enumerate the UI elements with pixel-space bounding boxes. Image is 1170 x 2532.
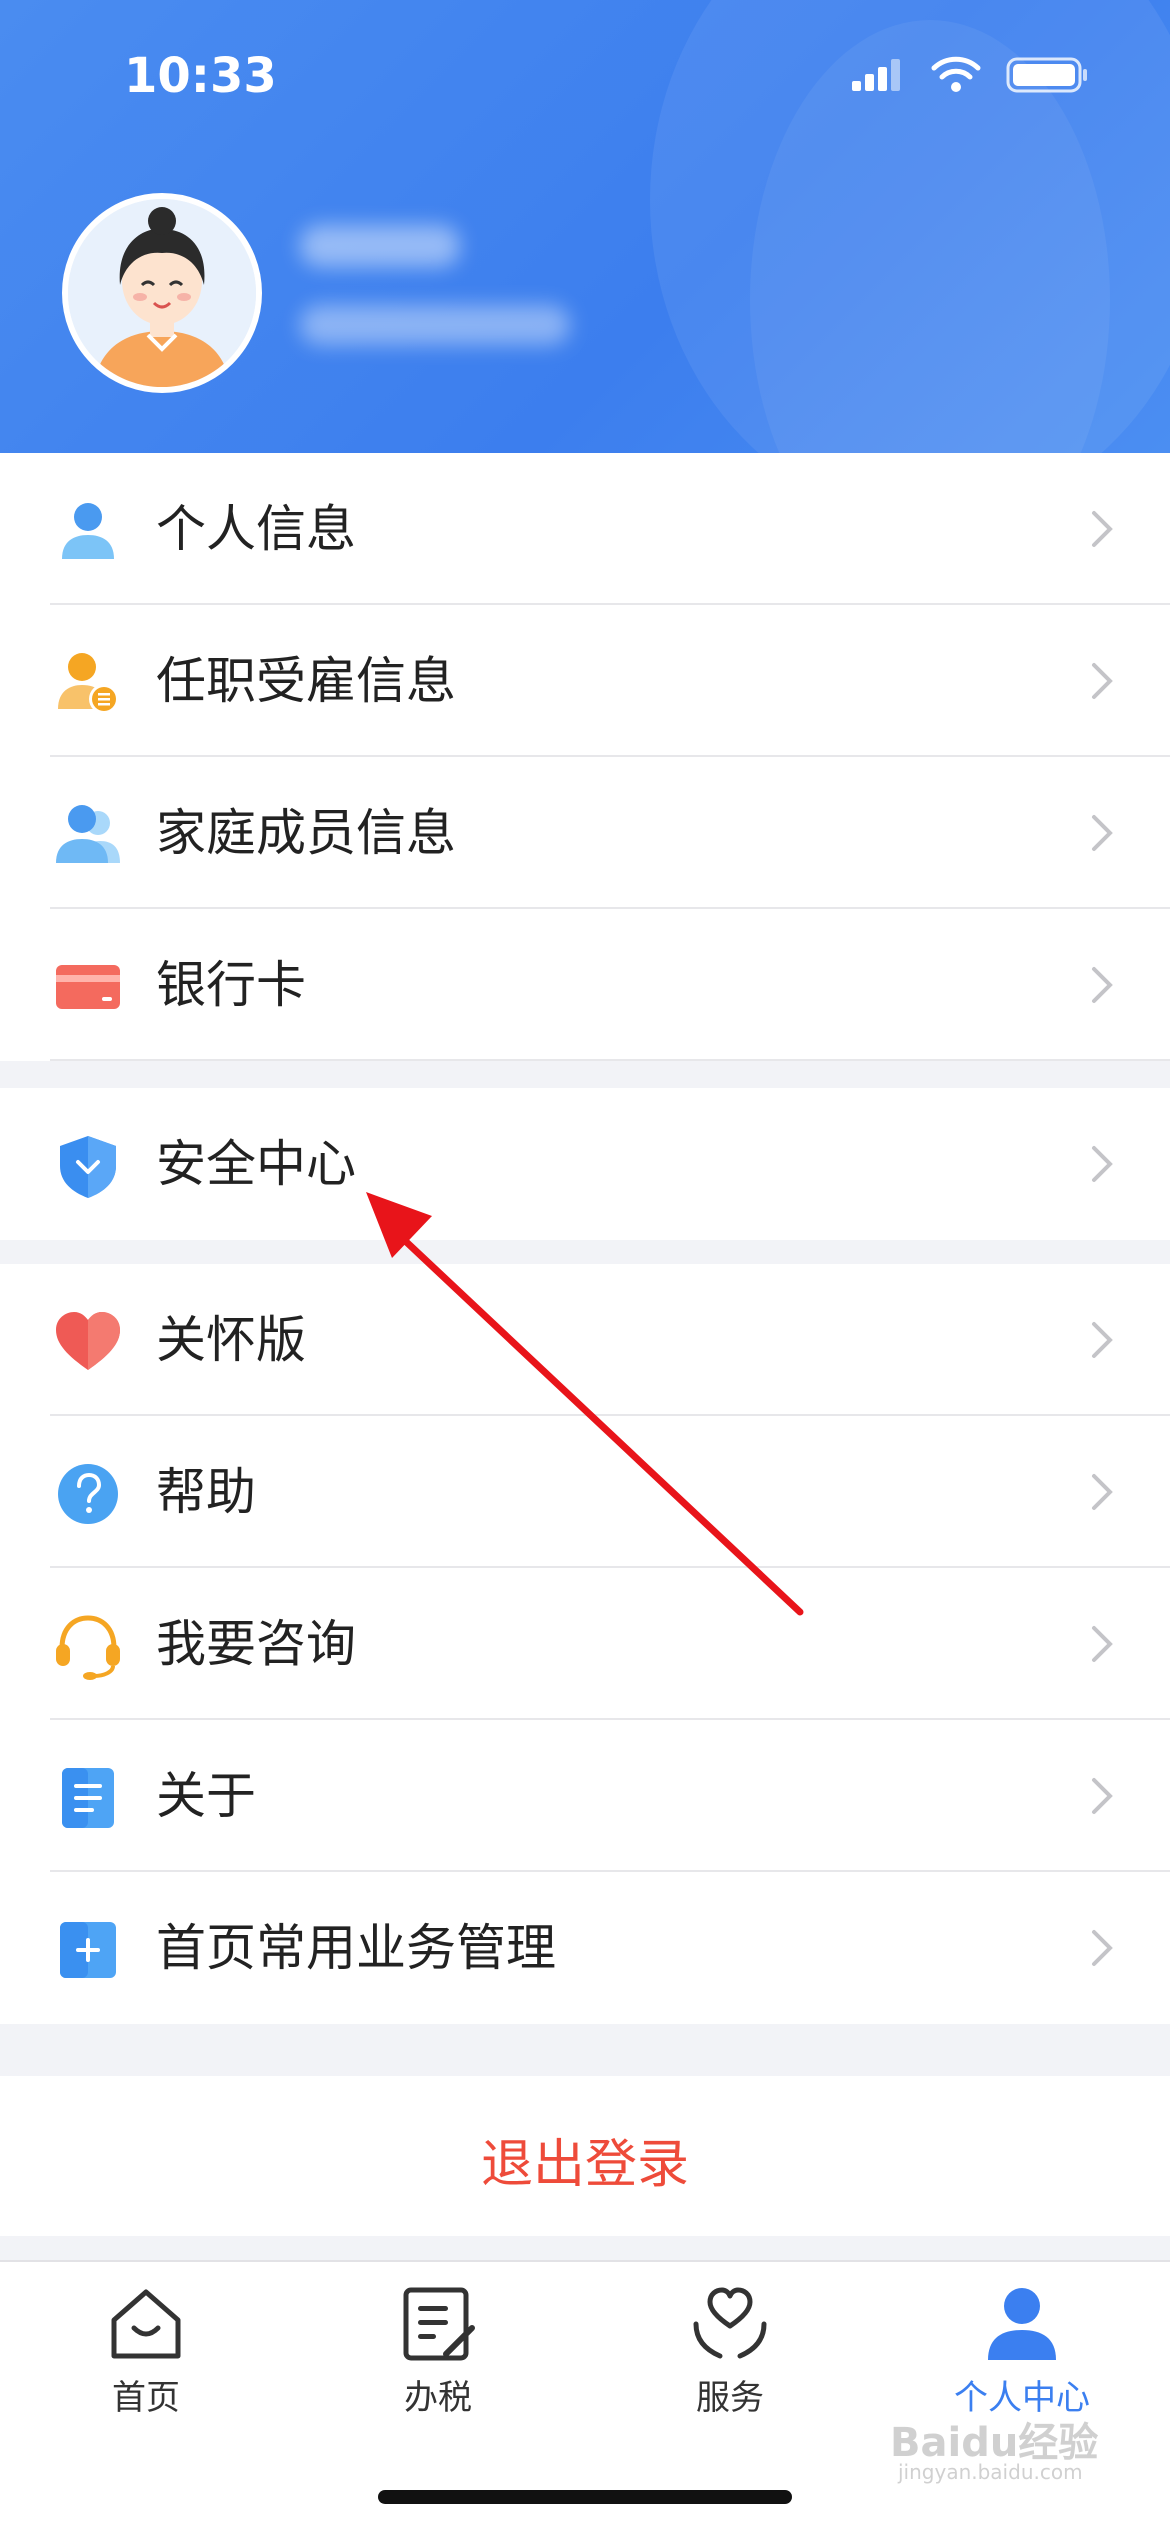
shield-icon xyxy=(60,1136,116,1198)
wifi-icon xyxy=(931,56,981,92)
chevron-right-icon xyxy=(1092,1474,1113,1510)
employment-icon xyxy=(58,653,119,714)
home-indicator xyxy=(378,2490,792,2504)
menu-item-label: 帮助 xyxy=(156,1463,256,1521)
headset-icon xyxy=(56,1615,120,1680)
menu-group-profile: 个人信息 任职受雇信息 家庭成员信息 银行卡 xyxy=(0,453,1170,1061)
tab-tax[interactable]: 办税 xyxy=(338,2284,538,2434)
menu-item-employment-info[interactable]: 任职受雇信息 xyxy=(0,605,1170,757)
watermark-domain: jingyan.baidu.com xyxy=(898,2460,1083,2484)
menu-item-help[interactable]: 帮助 xyxy=(0,1416,1170,1568)
tab-service[interactable]: 服务 xyxy=(630,2284,830,2434)
menu-item-family-info[interactable]: 家庭成员信息 xyxy=(0,757,1170,909)
menu-item-consult[interactable]: 我要咨询 xyxy=(0,1568,1170,1720)
home-icon xyxy=(111,2289,181,2359)
menu-item-label: 首页常用业务管理 xyxy=(156,1919,556,1977)
user-name-blurred xyxy=(300,225,460,267)
user-phone-blurred xyxy=(300,305,570,345)
tax-form-icon xyxy=(403,2287,475,2361)
menu-item-label: 任职受雇信息 xyxy=(156,652,456,710)
logout-label: 退出登录 xyxy=(480,2135,689,2195)
divider xyxy=(50,1059,1170,1061)
chevron-right-icon xyxy=(1092,1626,1113,1662)
menu-group-general: 关怀版 帮助 我要咨询 关于 首页常用业务管理 xyxy=(0,1264,1170,2024)
chevron-right-icon xyxy=(1092,1778,1113,1814)
menu-item-label: 个人信息 xyxy=(156,500,356,558)
menu-item-homepage-business-management[interactable]: 首页常用业务管理 xyxy=(0,1872,1170,2024)
menu-item-about[interactable]: 关于 xyxy=(0,1720,1170,1872)
profile-header: 10:33 xyxy=(0,0,1170,453)
menu-item-security-center[interactable]: 安全中心 xyxy=(0,1088,1170,1240)
menu-item-label: 我要咨询 xyxy=(156,1615,356,1673)
menu-item-label: 关于 xyxy=(156,1767,256,1825)
tab-label: 服务 xyxy=(696,2378,764,2418)
profile-icon xyxy=(988,2288,1056,2360)
tab-label: 首页 xyxy=(112,2378,180,2418)
menu-item-label: 关怀版 xyxy=(156,1311,306,1369)
menu-item-label: 家庭成员信息 xyxy=(156,804,456,862)
menu-item-bank-card[interactable]: 银行卡 xyxy=(0,909,1170,1061)
chevron-right-icon xyxy=(1092,1322,1113,1358)
chevron-right-icon xyxy=(1092,663,1113,699)
status-time: 10:33 xyxy=(124,48,277,104)
tab-label: 办税 xyxy=(404,2378,472,2418)
plus-square-icon xyxy=(60,1922,116,1978)
chevron-right-icon xyxy=(1092,815,1113,851)
person-icon xyxy=(62,503,114,559)
cellular-signal-icon xyxy=(852,59,900,91)
avatar[interactable] xyxy=(62,193,262,393)
battery-icon xyxy=(1006,57,1087,93)
menu-item-label: 银行卡 xyxy=(156,956,306,1014)
menu-item-care-mode[interactable]: 关怀版 xyxy=(0,1264,1170,1416)
chevron-right-icon xyxy=(1092,1146,1113,1182)
chevron-right-icon xyxy=(1092,1930,1113,1966)
bank-card-icon xyxy=(56,965,120,1009)
chevron-right-icon xyxy=(1092,511,1113,547)
service-heart-icon xyxy=(693,2287,767,2359)
help-icon xyxy=(58,1464,118,1524)
heart-icon xyxy=(56,1312,120,1370)
document-icon xyxy=(62,1768,114,1828)
tab-home[interactable]: 首页 xyxy=(46,2284,246,2434)
family-icon xyxy=(56,805,120,863)
logout-button[interactable]: 退出登录 xyxy=(0,2076,1170,2236)
avatar-illustration xyxy=(68,199,256,387)
menu-group-security: 安全中心 xyxy=(0,1088,1170,1240)
menu-item-personal-info[interactable]: 个人信息 xyxy=(0,453,1170,605)
status-icons xyxy=(850,56,1090,94)
menu-item-label: 安全中心 xyxy=(156,1135,356,1193)
chevron-right-icon xyxy=(1092,967,1113,1003)
